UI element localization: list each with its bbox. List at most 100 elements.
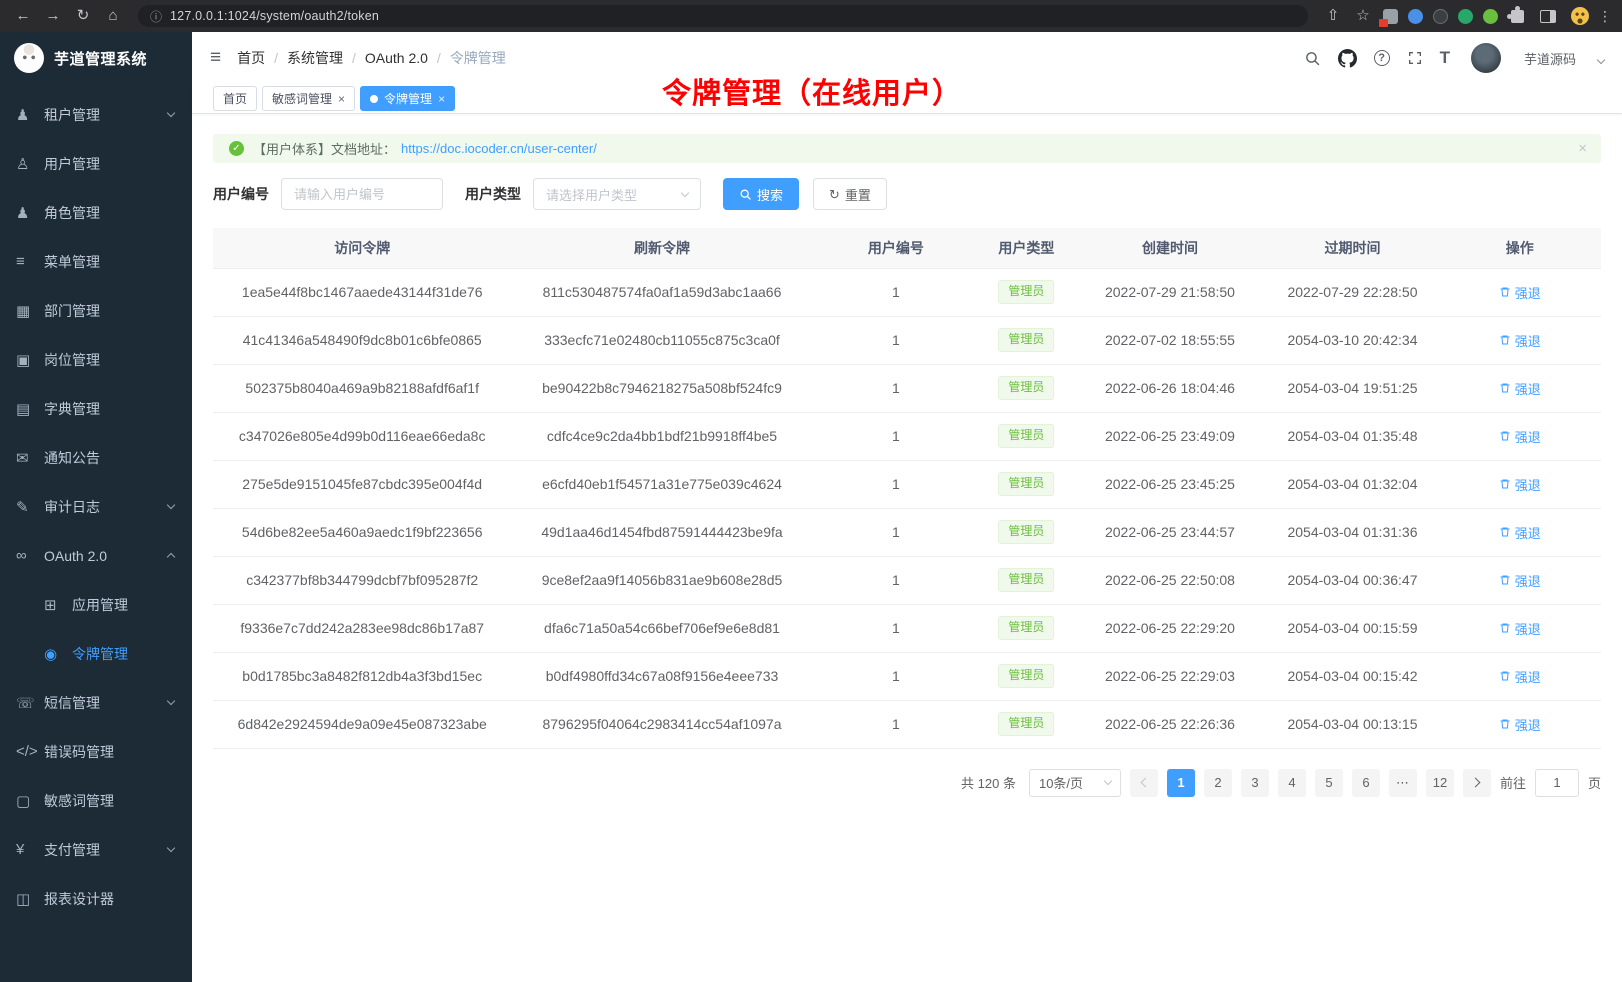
extension-icon[interactable]	[1408, 9, 1423, 24]
sidebar-item-notice-management[interactable]: ✉通知公告	[0, 433, 192, 482]
page-button[interactable]: 5	[1315, 769, 1343, 797]
table-row: c347026e805e4d99b0d116eae66eda8ccdfc4ce9…	[213, 412, 1601, 460]
force-logout-button[interactable]: 强退	[1499, 283, 1541, 302]
table-row: c342377bf8b344799dcbf7bf095287f29ce8ef2a…	[213, 556, 1601, 604]
delete-icon	[1499, 622, 1511, 634]
close-icon[interactable]: ×	[1578, 140, 1587, 157]
forward-icon[interactable]: →	[40, 4, 66, 28]
page-size-select[interactable]: 10条/页	[1029, 769, 1121, 797]
force-logout-label: 强退	[1515, 619, 1541, 638]
tab-item[interactable]: 首页	[213, 86, 257, 111]
breadcrumb-item[interactable]: 首页	[237, 48, 265, 68]
pagination-more-button[interactable]: ⋯	[1389, 769, 1417, 797]
sidebar-item-report-designer[interactable]: ◫报表设计器	[0, 874, 192, 923]
force-logout-button[interactable]: 强退	[1499, 379, 1541, 398]
url-bar[interactable]: ⓘ 127.0.0.1:1024/system/oauth2/token	[138, 5, 1308, 27]
sidebar-fold-icon[interactable]: ≡	[210, 47, 221, 69]
sidebar-menu: ♟租户管理♙用户管理♟角色管理≡菜单管理▦部门管理▣岗位管理▤字典管理✉通知公告…	[0, 84, 192, 923]
home-icon[interactable]: ⌂	[100, 4, 126, 28]
force-logout-button[interactable]: 强退	[1499, 523, 1541, 542]
page-button[interactable]: 2	[1204, 769, 1232, 797]
force-logout-button[interactable]: 强退	[1499, 667, 1541, 686]
sidebar-item-dept-management[interactable]: ▦部门管理	[0, 286, 192, 335]
browser-menu-icon[interactable]: ⋮	[1598, 8, 1612, 25]
reset-button[interactable]: ↻ 重置	[813, 178, 887, 210]
next-page-button[interactable]	[1463, 769, 1491, 797]
fullscreen-icon[interactable]	[1407, 50, 1423, 66]
page-button[interactable]: 1	[1167, 769, 1195, 797]
breadcrumb-item: 令牌管理	[450, 48, 506, 68]
search-button[interactable]: 搜索	[723, 178, 799, 210]
reload-icon[interactable]: ↻	[70, 4, 96, 28]
user-name[interactable]: 芋道源码	[1524, 49, 1576, 68]
sidebar-item-app-management[interactable]: ⊞应用管理	[0, 580, 192, 629]
create-time-cell: 2022-07-29 21:58:50	[1074, 268, 1267, 316]
tab-item[interactable]: 敏感词管理×	[262, 86, 355, 111]
page-button[interactable]: 3	[1241, 769, 1269, 797]
force-logout-button[interactable]: 强退	[1499, 475, 1541, 494]
breadcrumb-item[interactable]: 系统管理	[287, 48, 343, 68]
page-button[interactable]: 6	[1352, 769, 1380, 797]
profile-avatar[interactable]	[1571, 7, 1589, 25]
bookmark-star-icon[interactable]: ☆	[1350, 4, 1376, 28]
extension-icon[interactable]	[1433, 9, 1448, 24]
sidebar-item-post-management[interactable]: ▣岗位管理	[0, 335, 192, 384]
tab-item[interactable]: 令牌管理×	[360, 86, 455, 111]
share-icon[interactable]: ⇧	[1320, 4, 1346, 28]
check-circle-icon: ✓	[229, 141, 244, 156]
sidebar-item-tenant-management[interactable]: ♟租户管理	[0, 90, 192, 139]
user-type-select[interactable]: 请选择用户类型	[533, 178, 701, 210]
main: 令牌管理（在线用户） ≡ 首页/系统管理/OAuth 2.0/令牌管理 ?	[192, 32, 1622, 982]
force-logout-button[interactable]: 强退	[1499, 331, 1541, 350]
chevron-down-icon	[681, 188, 689, 196]
sidebar-item-user-management[interactable]: ♙用户管理	[0, 139, 192, 188]
table-row: 502375b8040a469a9b82188afdf6af1fbe90422b…	[213, 364, 1601, 412]
user-avatar[interactable]	[1471, 43, 1501, 73]
extension-icon[interactable]	[1458, 9, 1473, 24]
close-icon[interactable]: ×	[438, 93, 445, 105]
github-icon[interactable]	[1338, 49, 1357, 68]
force-logout-button[interactable]: 强退	[1499, 571, 1541, 590]
app-logo-row[interactable]: 芋道管理系统	[0, 32, 192, 84]
force-logout-button[interactable]: 强退	[1499, 715, 1541, 734]
site-info-icon[interactable]: ⓘ	[150, 8, 162, 25]
sidebar-item-sensitive-word-management[interactable]: ▢敏感词管理	[0, 776, 192, 825]
sidebar-item-role-management[interactable]: ♟角色管理	[0, 188, 192, 237]
prev-page-button[interactable]	[1130, 769, 1158, 797]
extension-icon[interactable]	[1383, 9, 1398, 24]
font-size-icon[interactable]: T	[1440, 48, 1450, 68]
sidebar-item-token-management[interactable]: ◉令牌管理	[0, 629, 192, 678]
sidebar-item-error-code-management[interactable]: </>错误码管理	[0, 727, 192, 776]
extensions-puzzle-icon[interactable]	[1511, 10, 1524, 23]
force-logout-button[interactable]: 强退	[1499, 427, 1541, 446]
sidebar-item-oauth[interactable]: ∞OAuth 2.0	[0, 531, 192, 580]
user-id-input[interactable]	[281, 178, 443, 210]
sidebar-item-menu-management[interactable]: ≡菜单管理	[0, 237, 192, 286]
chevron-down-icon	[167, 109, 175, 117]
sidebar-item-audit-log[interactable]: ✎审计日志	[0, 482, 192, 531]
force-logout-button[interactable]: 强退	[1499, 619, 1541, 638]
back-icon[interactable]: ←	[10, 4, 36, 28]
tenant-management-icon: ♟	[16, 106, 40, 124]
sidebar-item-dict-management[interactable]: ▤字典管理	[0, 384, 192, 433]
sidebar-item-label: OAuth 2.0	[44, 548, 107, 564]
page-button[interactable]: 12	[1426, 769, 1454, 797]
chevron-down-icon[interactable]	[1597, 56, 1605, 64]
doc-link[interactable]: https://doc.iocoder.cn/user-center/	[401, 141, 597, 156]
search-icon[interactable]	[1304, 50, 1321, 67]
table-header-row: 访问令牌刷新令牌用户编号用户类型创建时间过期时间操作	[213, 228, 1601, 268]
help-icon[interactable]: ?	[1374, 50, 1390, 66]
token-table: 访问令牌刷新令牌用户编号用户类型创建时间过期时间操作 1ea5e44f8bc14…	[213, 228, 1601, 749]
force-logout-label: 强退	[1515, 571, 1541, 590]
extension-icon[interactable]	[1483, 9, 1498, 24]
menu-management-icon: ≡	[16, 253, 40, 270]
action-cell: 强退	[1439, 604, 1601, 652]
sidebar-item-payment-management[interactable]: ¥支付管理	[0, 825, 192, 874]
side-panel-icon[interactable]	[1540, 10, 1556, 23]
page-button[interactable]: 4	[1278, 769, 1306, 797]
breadcrumb-item[interactable]: OAuth 2.0	[365, 50, 428, 66]
sidebar-item-sms-management[interactable]: ☏短信管理	[0, 678, 192, 727]
close-icon[interactable]: ×	[338, 93, 345, 105]
user-id-cell: 1	[813, 652, 980, 700]
goto-page-input[interactable]	[1535, 769, 1579, 797]
